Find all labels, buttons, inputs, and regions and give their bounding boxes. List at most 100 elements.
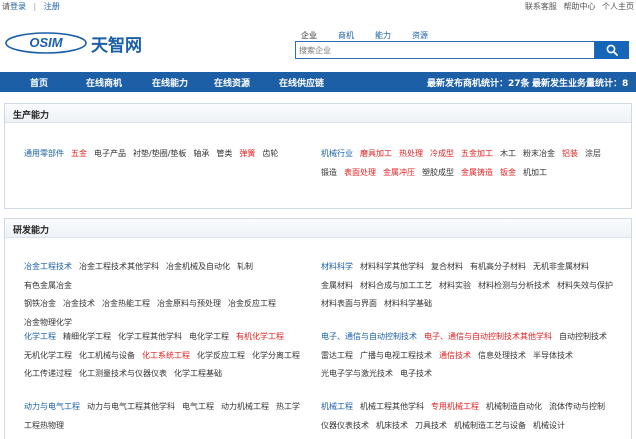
category-link[interactable]: 无机非金属材料 (533, 258, 589, 277)
category-link[interactable]: 表面处理 (344, 164, 376, 183)
category-head-link[interactable]: 冶金工程技术 (24, 258, 72, 277)
category-head-link[interactable]: 化学工程 (24, 328, 56, 347)
category-link[interactable]: 热处理 (399, 145, 423, 164)
search-button[interactable] (595, 41, 629, 59)
category-link[interactable]: 专用机械工程 (431, 398, 479, 417)
category-link[interactable]: 材料实验 (439, 277, 471, 296)
category-link[interactable]: 机加工 (523, 164, 547, 183)
category-link[interactable]: 冶金原料与预处理 (157, 295, 221, 314)
category-link[interactable]: 冶金反应工程 (228, 295, 276, 314)
category-link[interactable]: 机械工程其他学科 (360, 398, 424, 417)
category-link[interactable]: 钢铁冶金 (24, 295, 56, 314)
category-link[interactable]: 信息处理技术 (478, 347, 526, 366)
category-link[interactable]: 粉末冶金 (523, 145, 555, 164)
category-link[interactable]: 材料科学基础 (384, 295, 432, 314)
login-link[interactable]: 登录 (10, 2, 26, 11)
category-link[interactable]: 材料检测与分析技术 (478, 277, 550, 296)
category-link[interactable]: 化工传递过程 (24, 365, 72, 384)
category-link[interactable]: 冷成型 (430, 145, 454, 164)
category-link[interactable]: 冶金工程技术其他学科 (79, 258, 159, 277)
category-link[interactable]: 动力与电气工程其他学科 (87, 398, 175, 417)
category-link[interactable]: 材料失效与保护 (557, 277, 613, 296)
category-link[interactable]: 电子产品 (94, 145, 126, 164)
category-row: 机械工程 机械工程其他学科 专用机械工程 机械制造自动化 流体传动与控制 (321, 398, 633, 417)
category-link[interactable]: 衬垫/垫圈/垫板 (133, 145, 186, 164)
category-link[interactable]: 化工机械与设备 (79, 347, 135, 366)
category-link[interactable]: 金属冲压 (383, 164, 415, 183)
category-link[interactable]: 材料表面与界面 (321, 295, 377, 314)
category-head-link[interactable]: 材料科学 (321, 258, 353, 277)
category-link[interactable]: 通信技术 (439, 347, 471, 366)
category-link[interactable]: 化学工程基础 (174, 365, 222, 384)
category-link[interactable]: 半导体技术 (533, 347, 573, 366)
category-link[interactable]: 轧制 (237, 258, 253, 277)
category-head-link[interactable]: 电子、通信与自动控制技术 (321, 328, 417, 347)
site-logo[interactable]: OSIM 天智网 (4, 30, 142, 56)
category-link[interactable]: 金属铸造 (461, 164, 493, 183)
category-link[interactable]: 化工测量技术与仪器仪表 (79, 365, 167, 384)
category-link[interactable]: 化学工程其他学科 (118, 328, 182, 347)
category-link[interactable]: 五金 (71, 145, 87, 164)
category-link[interactable]: 机械制造工艺与设备 (454, 417, 526, 436)
category-head-link[interactable]: 通用零部件 (24, 145, 64, 164)
nav-online-supply-chain[interactable]: 在线供应链 (279, 76, 324, 89)
category-link[interactable]: 化工系统工程 (142, 347, 190, 366)
category-head-link[interactable]: 动力与电气工程 (24, 398, 80, 417)
category-link[interactable]: 有色金属冶金 (24, 277, 72, 296)
category-link[interactable]: 管类 (216, 145, 232, 164)
category-link[interactable]: 电气工程 (182, 398, 214, 417)
category-link[interactable]: 磨具加工 (360, 145, 392, 164)
category-link[interactable]: 金属材料 (321, 277, 353, 296)
category-link[interactable]: 塑胶成型 (422, 164, 454, 183)
category-link[interactable]: 冶金技术 (63, 295, 95, 314)
personal-home-link[interactable]: 个人主页 (602, 2, 634, 11)
customer-service-link[interactable]: 联系客服 (525, 2, 557, 11)
category-link[interactable]: 化学分离工程 (252, 347, 300, 366)
category-link[interactable]: 流体传动与控制 (549, 398, 605, 417)
category-link[interactable]: 有机化学工程 (236, 328, 284, 347)
nav-online-business[interactable]: 在线商机 (86, 76, 122, 89)
category-link[interactable]: 化学反应工程 (197, 347, 245, 366)
nav-home[interactable]: 首页 (30, 76, 48, 89)
category-link[interactable]: 机械制造自动化 (486, 398, 542, 417)
register-link[interactable]: 注册 (44, 2, 60, 11)
category-head-link[interactable]: 机械行业 (321, 145, 353, 164)
category-link[interactable]: 电子、通信与自动控制技术其他学科 (424, 328, 552, 347)
category-link[interactable]: 复合材料 (431, 258, 463, 277)
category-link[interactable]: 无机化学工程 (24, 347, 72, 366)
category-link[interactable]: 钣金 (500, 164, 516, 183)
category-link[interactable]: 锻造 (321, 164, 337, 183)
category-link[interactable]: 精细化学工程 (63, 328, 111, 347)
logo-cn-text: 天智网 (91, 35, 142, 56)
nav-online-resource[interactable]: 在线资源 (214, 76, 250, 89)
category-link[interactable]: 冶金热能工程 (102, 295, 150, 314)
category-head-link[interactable]: 机械工程 (321, 398, 353, 417)
category-link[interactable]: 材料科学其他学科 (360, 258, 424, 277)
help-center-link[interactable]: 帮助中心 (563, 2, 595, 11)
nav-online-capability[interactable]: 在线能力 (152, 76, 188, 89)
category-link[interactable]: 木工 (500, 145, 516, 164)
category-link[interactable]: 弹簧 (239, 145, 255, 164)
category-link[interactable]: 轴承 (193, 145, 209, 164)
category-link[interactable]: 雷达工程 (321, 347, 353, 366)
category-link[interactable]: 机械设计 (533, 417, 565, 436)
category-link[interactable]: 机床技术 (376, 417, 408, 436)
category-link[interactable]: 动力机械工程 (221, 398, 269, 417)
category-link[interactable]: 电化学工程 (189, 328, 229, 347)
category-link[interactable]: 材料合成与加工工艺 (360, 277, 432, 296)
category-link[interactable]: 光电子学与激光技术 (321, 365, 393, 384)
category-link[interactable]: 齿轮 (262, 145, 278, 164)
category-link[interactable]: 铝装 (562, 145, 578, 164)
category-link[interactable]: 热工学 (276, 398, 300, 417)
category-link[interactable]: 广播与电视工程技术 (360, 347, 432, 366)
category-link[interactable]: 仪器仪表技术 (321, 417, 369, 436)
category-link[interactable]: 有机高分子材料 (470, 258, 526, 277)
category-link[interactable]: 工程热物理 (24, 417, 64, 436)
category-link[interactable]: 冶金机械及自动化 (166, 258, 230, 277)
search-input[interactable] (296, 42, 594, 58)
category-link[interactable]: 自动控制技术 (559, 328, 607, 347)
category-link[interactable]: 涂层 (585, 145, 601, 164)
category-link[interactable]: 五金加工 (461, 145, 493, 164)
category-link[interactable]: 电子技术 (400, 365, 432, 384)
category-link[interactable]: 刀具技术 (415, 417, 447, 436)
